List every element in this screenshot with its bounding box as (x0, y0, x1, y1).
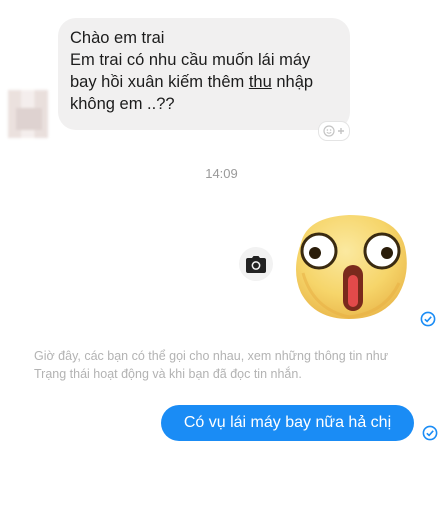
incoming-message-line: không em ..?? (70, 95, 175, 113)
message-timestamp: 14:09 (205, 166, 238, 181)
incoming-message-text: nhập (271, 73, 314, 91)
chat-screen: Chào em trai Em trai có nhu cầu muốn lái… (0, 0, 443, 512)
sender-avatar[interactable] (8, 90, 48, 138)
incoming-message-line: Chào em trai (70, 29, 165, 47)
outgoing-message-bubble[interactable]: Có vụ lái máy bay nữa hả chị (161, 405, 414, 441)
notice-text: Giờ đây, các bạn có thể gọi cho nhau, xe… (34, 349, 389, 381)
add-reaction-button[interactable] (318, 121, 350, 141)
incoming-message-bubble[interactable]: Chào em trai Em trai có nhu cầu muốn lái… (58, 18, 350, 130)
add-reaction-icon (323, 125, 344, 137)
incoming-message-text: bay hồi xuân kiếm thêm (70, 73, 249, 91)
sent-check-icon (420, 311, 436, 327)
incoming-message-line: bay hồi xuân kiếm thêm thu nhập (70, 71, 338, 93)
underlined-word: thu (248, 73, 272, 91)
camera-icon (246, 255, 266, 273)
shocked-face-sticker[interactable] (293, 213, 409, 321)
sent-check-icon (422, 425, 438, 441)
incoming-message-line: Em trai có nhu cầu muốn lái máy (70, 51, 311, 69)
camera-button[interactable] (239, 247, 273, 281)
